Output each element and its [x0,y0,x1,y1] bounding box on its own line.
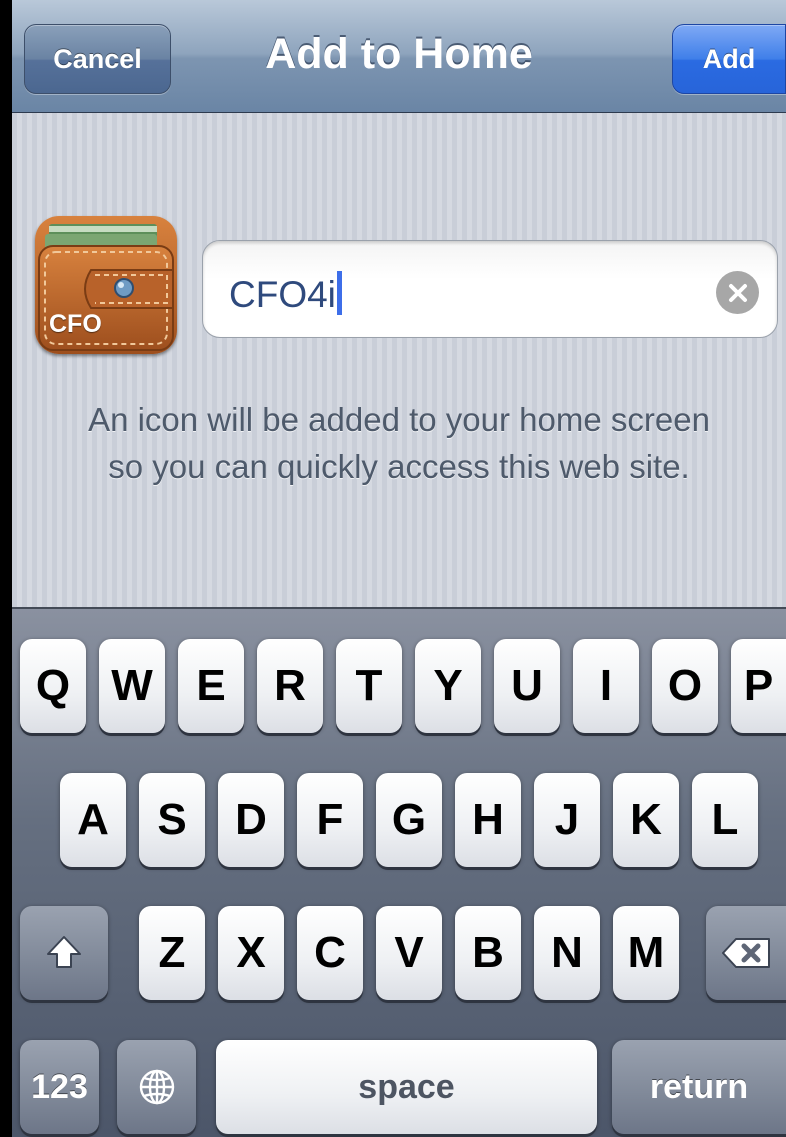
delete-key[interactable] [706,906,786,1000]
shift-key[interactable] [20,906,108,1000]
space-key[interactable]: space [216,1040,597,1134]
key-z[interactable]: Z [139,906,205,1000]
app-icon-label: CFO [49,310,102,338]
key-g[interactable]: G [376,773,442,867]
page-title: Add to Home [265,30,533,78]
key-c[interactable]: C [297,906,363,1000]
globe-icon [139,1069,174,1105]
wallet-icon: CFO [35,216,177,354]
key-o[interactable]: O [652,639,718,733]
key-m[interactable]: M [613,906,679,1000]
nav-bar: Cancel Add to Home Add [12,0,786,113]
hint-text: An icon will be added to your home scree… [26,396,772,490]
numbers-key[interactable]: 123 [20,1040,99,1134]
key-r[interactable]: R [257,639,323,733]
return-key[interactable]: return [612,1040,786,1134]
globe-key[interactable] [117,1040,196,1134]
key-j[interactable]: J [534,773,600,867]
clear-icon[interactable] [716,271,759,314]
key-s[interactable]: S [139,773,205,867]
content-area: CFO CFO4i An icon will be added to your … [12,113,786,607]
hint-line-2: so you can quickly access this web site. [108,448,690,485]
name-field[interactable]: CFO4i [202,240,778,338]
key-h[interactable]: H [455,773,521,867]
key-y[interactable]: Y [415,639,481,733]
key-x[interactable]: X [218,906,284,1000]
key-a[interactable]: A [60,773,126,867]
add-button[interactable]: Add [672,24,786,94]
key-n[interactable]: N [534,906,600,1000]
key-v[interactable]: V [376,906,442,1000]
key-b[interactable]: B [455,906,521,1000]
hint-line-1: An icon will be added to your home scree… [88,401,710,438]
shift-icon [47,936,81,968]
key-t[interactable]: T [336,639,402,733]
key-k[interactable]: K [613,773,679,867]
key-p[interactable]: P [731,639,786,733]
keyboard: Q W E R T Y U I O P A S D F G H J K L Z … [12,607,786,1137]
key-q[interactable]: Q [20,639,86,733]
key-f[interactable]: F [297,773,363,867]
text-caret [336,271,342,315]
key-w[interactable]: W [99,639,165,733]
name-field-text: CFO4i [229,271,342,316]
key-u[interactable]: U [494,639,560,733]
name-field-value: CFO4i [229,274,336,315]
key-l[interactable]: L [692,773,758,867]
key-e[interactable]: E [178,639,244,733]
key-d[interactable]: D [218,773,284,867]
key-i[interactable]: I [573,639,639,733]
backspace-icon [722,938,770,968]
